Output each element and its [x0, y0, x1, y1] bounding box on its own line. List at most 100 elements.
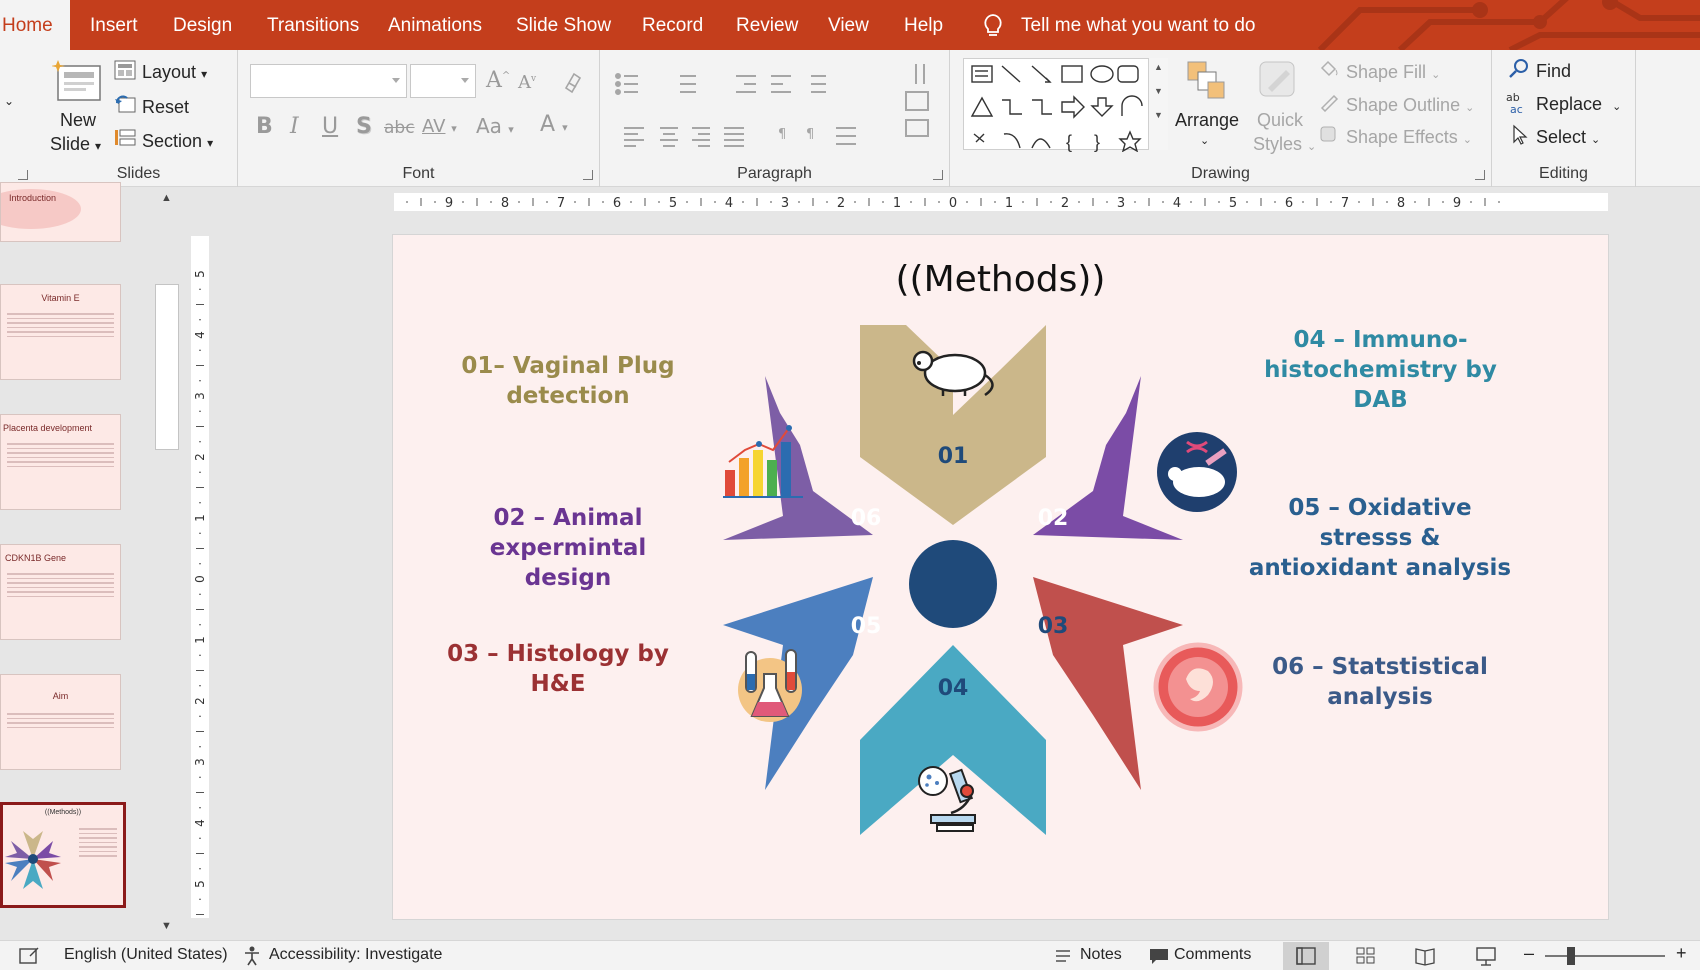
- thumbnail-scrollbar-thumb[interactable]: [155, 284, 179, 450]
- reset-button[interactable]: Reset: [142, 97, 189, 118]
- slide-thumbnail-4[interactable]: CDKN1B Gene: [0, 544, 121, 640]
- svg-text:{: {: [1066, 132, 1072, 152]
- method-item-01-vaginal-plug[interactable]: 01– Vaginal Plug detection: [453, 351, 683, 411]
- new-slide-text[interactable]: Slide: [50, 134, 90, 154]
- new-slide-label-line2[interactable]: Slide ▾: [50, 134, 101, 155]
- slide-thumbnail-2[interactable]: Vitamin E: [0, 284, 121, 380]
- zoom-slider-track[interactable]: [1545, 955, 1665, 957]
- slide-thumbnail-5[interactable]: Aim: [0, 674, 121, 770]
- bold-button[interactable]: B: [256, 114, 273, 139]
- font-color-label[interactable]: A: [540, 112, 555, 137]
- accessibility-status[interactable]: Accessibility: Investigate: [269, 946, 442, 964]
- replace-button[interactable]: Replace ⌄: [1536, 94, 1621, 115]
- decrease-font-size-button[interactable]: Av: [518, 72, 536, 93]
- clear-formatting-icon[interactable]: [560, 70, 584, 94]
- slide-thumbnail-6-selected[interactable]: ((Methods)): [0, 802, 126, 908]
- tab-view[interactable]: View: [824, 0, 873, 50]
- find-button[interactable]: Find: [1536, 61, 1571, 82]
- shape-outline-button[interactable]: Shape Outline ⌄: [1346, 95, 1474, 116]
- underline-button[interactable]: U: [322, 114, 338, 139]
- ruler-tick-label: 6: [1285, 196, 1293, 211]
- new-slide-button[interactable]: New: [60, 110, 96, 131]
- arrow-04-bottom[interactable]: [860, 645, 1046, 835]
- notes-button[interactable]: Notes: [1080, 946, 1122, 964]
- shapes-gallery-scroll[interactable]: ▲ ▼ ▼: [1148, 58, 1168, 150]
- shape-fill-label[interactable]: Shape Fill: [1346, 62, 1426, 82]
- method-item-06-statistical[interactable]: 06 – Statstistical analysis: [1245, 652, 1515, 712]
- new-slide-icon[interactable]: [52, 58, 104, 104]
- strikethrough-button[interactable]: abc: [384, 118, 415, 138]
- slide-thumbnail-1[interactable]: Introduction: [0, 182, 121, 242]
- shape-icons[interactable]: {}: [970, 62, 1150, 152]
- methods-thumbnail-diagram: [5, 831, 61, 889]
- tab-transitions[interactable]: Transitions: [263, 0, 363, 50]
- shape-effects-label[interactable]: Shape Effects: [1346, 127, 1458, 147]
- tab-insert[interactable]: Insert: [86, 0, 142, 50]
- quick-styles-text[interactable]: Styles: [1253, 134, 1302, 154]
- select-label[interactable]: Select: [1536, 127, 1586, 147]
- method-item-03-histology[interactable]: 03 – Histology by H&E: [443, 639, 673, 699]
- tab-design[interactable]: Design: [169, 0, 236, 50]
- paint-bucket-icon: [1320, 60, 1338, 77]
- italic-button[interactable]: I: [290, 114, 299, 139]
- comments-button[interactable]: Comments: [1174, 946, 1251, 964]
- shape-effects-button[interactable]: Shape Effects ⌄: [1346, 127, 1472, 148]
- clipboard-launcher-icon[interactable]: [18, 170, 28, 180]
- arrange-button[interactable]: Arrange: [1175, 110, 1239, 131]
- tab-help[interactable]: Help: [900, 0, 947, 50]
- font-name-box[interactable]: [250, 64, 407, 98]
- normal-view-button[interactable]: [1283, 942, 1329, 970]
- slide-canvas[interactable]: ((Methods)) 01 02 03 04 05 06 01– Vagina…: [393, 235, 1608, 919]
- quick-styles-label-line2[interactable]: Styles ⌄: [1253, 134, 1316, 155]
- ruler-tick-label: 4: [193, 331, 207, 339]
- language-indicator[interactable]: English (United States): [64, 946, 228, 964]
- layout-button[interactable]: Layout ▾: [142, 62, 207, 83]
- method-item-05-oxidative-stress[interactable]: 05 – Oxidative stresss & antioxidant ana…: [1245, 493, 1515, 583]
- slide-show-view-button[interactable]: [1463, 942, 1509, 970]
- method-item-04-immunohistochemistry[interactable]: 04 – Immuno- histochemistry by DAB: [1258, 325, 1503, 415]
- shape-fill-button[interactable]: Shape Fill ⌄: [1346, 62, 1440, 83]
- svg-text:¶: ¶: [778, 127, 786, 142]
- paragraph-icons[interactable]: ¶ ¶: [606, 56, 946, 166]
- font-color-button[interactable]: A ▾: [540, 112, 568, 137]
- slide-view-icon[interactable]: [18, 946, 40, 966]
- slide-thumbnail-3[interactable]: Placenta development: [0, 414, 121, 510]
- tab-record[interactable]: Record: [638, 0, 707, 50]
- shape-outline-label[interactable]: Shape Outline: [1346, 95, 1460, 115]
- zoom-slider-thumb[interactable]: [1567, 947, 1575, 965]
- star-number-01: 01: [938, 444, 969, 469]
- zoom-out-button[interactable]: –: [1524, 943, 1534, 964]
- font-size-box[interactable]: [410, 64, 476, 98]
- increase-font-size-button[interactable]: A^: [486, 68, 510, 93]
- thumbnail-title: Introduction: [9, 193, 57, 203]
- zoom-in-button[interactable]: +: [1676, 943, 1687, 964]
- replace-label[interactable]: Replace: [1536, 94, 1602, 114]
- select-cursor-icon: [1513, 124, 1528, 145]
- center-circle[interactable]: [909, 540, 997, 628]
- star-number-04: 04: [938, 676, 969, 701]
- paste-dropdown-chevron-icon[interactable]: ⌄: [4, 94, 14, 108]
- arrange-dropdown-icon[interactable]: ⌄: [1200, 134, 1209, 147]
- section-button[interactable]: Section ▾: [142, 131, 213, 152]
- paragraph-group: ¶ ¶ Paragraph: [600, 50, 950, 187]
- change-case-label[interactable]: Aa: [476, 114, 502, 138]
- section-icon: [115, 129, 136, 146]
- tab-slide-show[interactable]: Slide Show: [512, 0, 615, 50]
- tab-home[interactable]: Home: [0, 0, 70, 50]
- change-case-button[interactable]: Aa ▾: [476, 114, 514, 138]
- reading-view-button[interactable]: [1403, 942, 1449, 970]
- tab-animations[interactable]: Animations: [384, 0, 486, 50]
- quick-styles-button[interactable]: Quick: [1257, 110, 1303, 131]
- drawing-group: {} ▲ ▼ ▼ Arrange ⌄ Quick Styles ⌄ Shape …: [950, 50, 1492, 187]
- section-label[interactable]: Section: [142, 131, 202, 151]
- character-spacing-label[interactable]: AV: [422, 116, 445, 137]
- select-button[interactable]: Select ⌄: [1536, 127, 1600, 148]
- tab-review[interactable]: Review: [732, 0, 802, 50]
- character-spacing-button[interactable]: AV ▾: [422, 116, 457, 137]
- method-item-02-animal-design[interactable]: 02 – Animal expermintal design: [453, 503, 683, 593]
- tell-me-search[interactable]: Tell me what you want to do: [1021, 0, 1255, 50]
- slide-sorter-button[interactable]: [1343, 942, 1389, 970]
- svg-text:¶: ¶: [806, 127, 814, 142]
- text-shadow-button[interactable]: S: [356, 114, 372, 139]
- layout-label[interactable]: Layout: [142, 62, 196, 82]
